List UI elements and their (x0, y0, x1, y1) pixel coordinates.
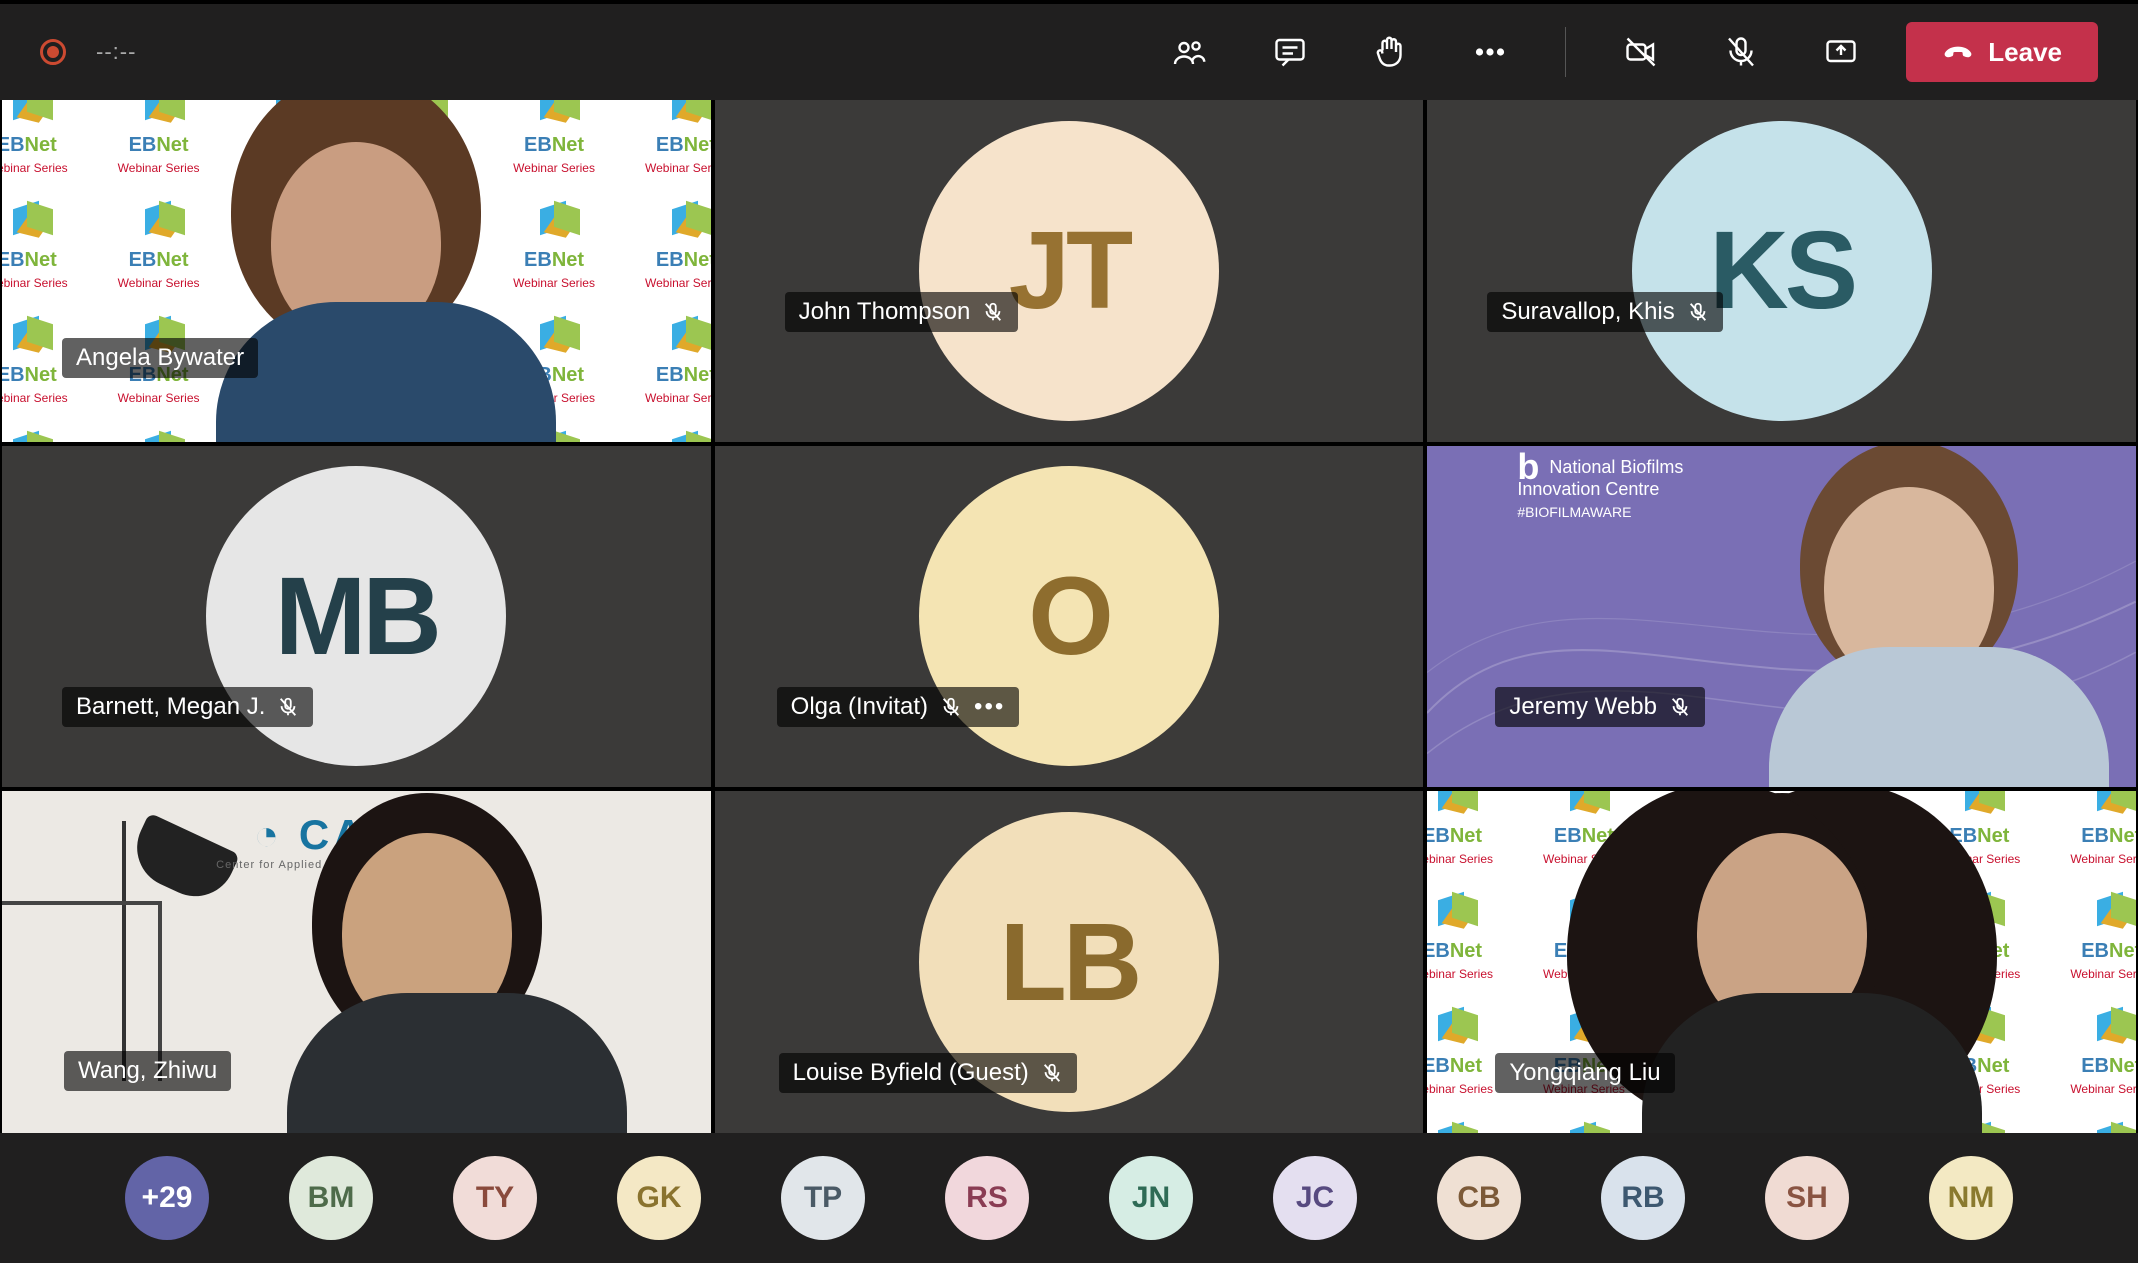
overflow-count-chip[interactable]: +29 (125, 1156, 209, 1240)
hangup-icon (1942, 36, 1974, 68)
toolbar-divider (1565, 27, 1566, 77)
avatar-initials: KS (1709, 207, 1854, 334)
nb-line2: Innovation Centre (1517, 479, 1659, 499)
avatar-initials: MB (275, 553, 438, 680)
participant-name: Barnett, Megan J. (76, 693, 265, 721)
tile-megan[interactable]: MB Barnett, Megan J. (2, 446, 711, 788)
leave-button[interactable]: Leave (1906, 22, 2098, 82)
mic-muted-icon (1687, 301, 1709, 323)
tile-zhiwu[interactable]: ◔ CAWRI Center for Applied Water Researc… (2, 791, 711, 1133)
name-tag: Wang, Zhiwu (64, 1051, 231, 1091)
tile-jeremy[interactable]: b National Biofilms Innovation Centre #B… (1427, 446, 2136, 788)
nb-line3: #BIOFILMAWARE (1517, 504, 1631, 520)
leave-button-label: Leave (1988, 37, 2062, 68)
tile-yongqiang[interactable]: EBNetWebinar SeriesEBNetWebinar SeriesEB… (1427, 791, 2136, 1133)
mic-muted-icon (1669, 696, 1691, 718)
meeting-controls-bar: --:-- Leave (0, 0, 2138, 100)
camera-toggle-button[interactable] (1606, 22, 1676, 82)
participant-name: Suravallop, Khis (1501, 298, 1674, 326)
attendee-chip[interactable]: RS (945, 1156, 1029, 1240)
participant-name: Wang, Zhiwu (78, 1057, 217, 1085)
participant-name: Angela Bywater (76, 344, 244, 372)
tile-john[interactable]: JT John Thompson (715, 100, 1424, 442)
mic-toggle-button[interactable] (1706, 22, 1776, 82)
participant-name: John Thompson (799, 298, 971, 326)
avatar-initials: JT (1009, 207, 1129, 334)
attendee-chip[interactable]: JN (1109, 1156, 1193, 1240)
attendee-strip: +29 BM TY GK TP RS JN JC CB RB SH NM (0, 1133, 2138, 1263)
video-gallery: EBNetWebinar SeriesEBNetWebinar SeriesEB… (0, 100, 2138, 1133)
tile-louise[interactable]: LB Louise Byfield (Guest) (715, 791, 1424, 1133)
attendee-chip[interactable]: TP (781, 1156, 865, 1240)
share-screen-button[interactable] (1806, 22, 1876, 82)
raise-hand-button[interactable] (1355, 22, 1425, 82)
nb-logo: b National Biofilms Innovation Centre #B… (1517, 456, 1683, 523)
avatar-circle: KS (1632, 121, 1932, 421)
attendee-chip[interactable]: CB (1437, 1156, 1521, 1240)
mic-muted-icon (940, 696, 962, 718)
attendee-chip[interactable]: GK (617, 1156, 701, 1240)
attendee-chip[interactable]: JC (1273, 1156, 1357, 1240)
attendee-chip[interactable]: RB (1601, 1156, 1685, 1240)
participant-video (1642, 833, 1922, 1133)
participant-video (216, 142, 496, 442)
participant-video (287, 833, 567, 1133)
attendee-chip[interactable]: SH (1765, 1156, 1849, 1240)
tile-khis[interactable]: KS Suravallop, Khis (1427, 100, 2136, 442)
nb-line1: National Biofilms (1549, 457, 1683, 477)
mic-muted-icon (277, 696, 299, 718)
name-tag: Jeremy Webb (1495, 687, 1705, 727)
participant-name: Yongqiang Liu (1509, 1059, 1660, 1087)
avatar-initials: LB (1000, 899, 1139, 1026)
record-indicator-icon (40, 39, 66, 65)
chat-button[interactable] (1255, 22, 1325, 82)
name-tag: Suravallop, Khis (1487, 292, 1722, 332)
name-tag: Louise Byfield (Guest) (779, 1053, 1077, 1093)
attendee-chip[interactable]: TY (453, 1156, 537, 1240)
call-timer: --:-- (96, 39, 136, 65)
avatar-initials: O (1028, 553, 1110, 680)
participant-name: Louise Byfield (Guest) (793, 1059, 1029, 1087)
tile-angela[interactable]: EBNetWebinar SeriesEBNetWebinar SeriesEB… (2, 100, 711, 442)
participant-name: Olga (Invitat) (791, 693, 928, 721)
participant-name: Jeremy Webb (1509, 693, 1657, 721)
attendee-chip[interactable]: BM (289, 1156, 373, 1240)
tile-more-icon[interactable]: ••• (974, 693, 1005, 721)
name-tag: Yongqiang Liu (1495, 1053, 1674, 1093)
name-tag: Barnett, Megan J. (62, 687, 313, 727)
name-tag: Olga (Invitat) ••• (777, 687, 1020, 727)
avatar-circle: JT (919, 121, 1219, 421)
mic-muted-icon (1041, 1062, 1063, 1084)
participants-button[interactable] (1155, 22, 1225, 82)
more-actions-button[interactable] (1455, 22, 1525, 82)
name-tag: John Thompson (785, 292, 1019, 332)
overflow-count-label: +29 (142, 1181, 193, 1215)
mic-muted-icon (982, 301, 1004, 323)
participant-video (1769, 487, 2049, 787)
attendee-chip[interactable]: NM (1929, 1156, 2013, 1240)
tile-olga[interactable]: O Olga (Invitat) ••• (715, 446, 1424, 788)
name-tag: Angela Bywater (62, 338, 258, 378)
